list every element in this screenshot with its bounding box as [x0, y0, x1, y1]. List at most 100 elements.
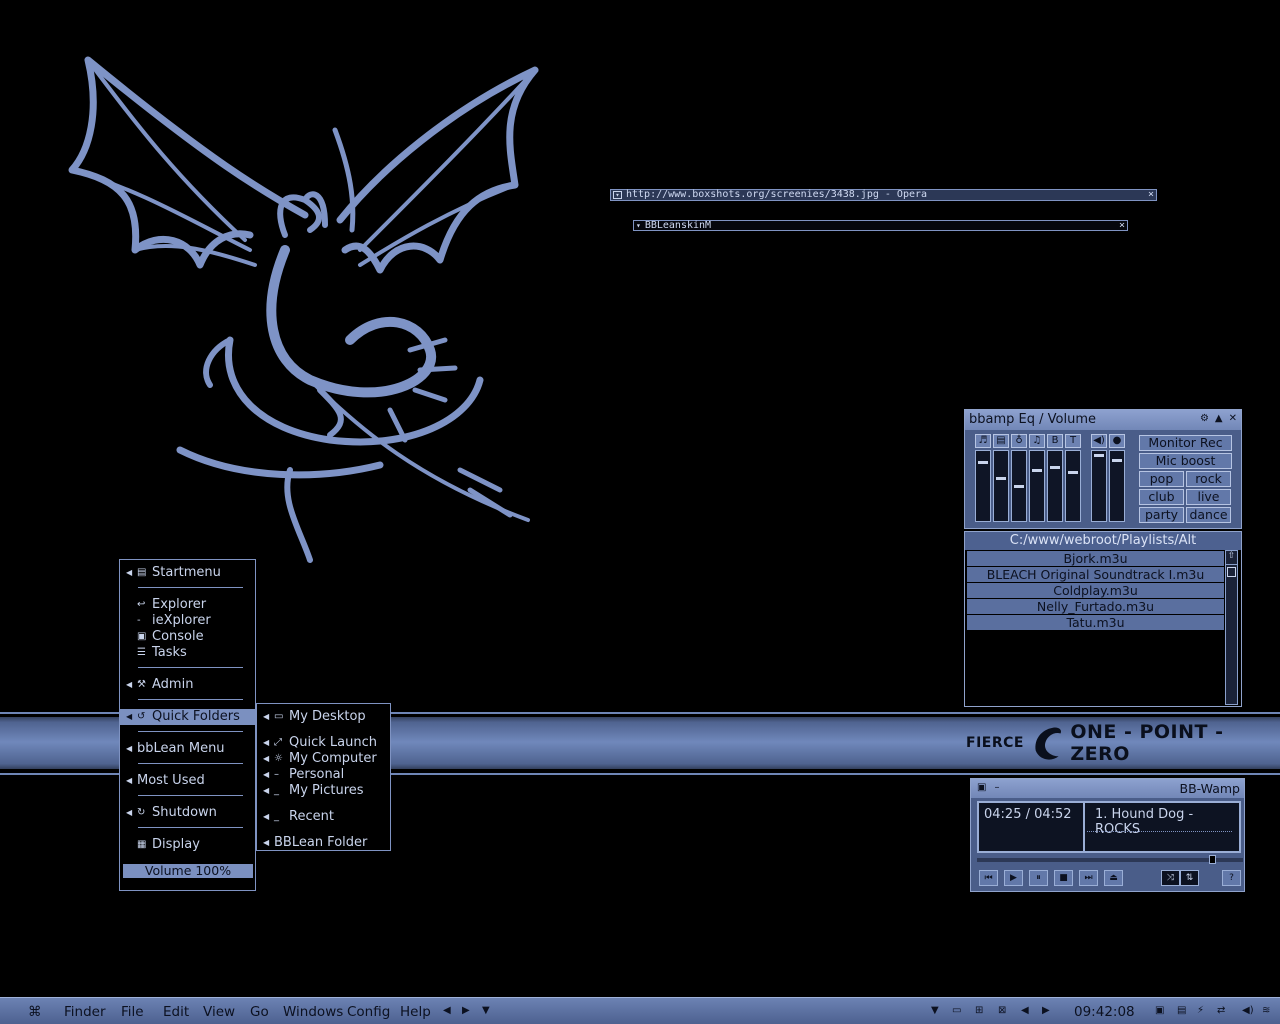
menu-item-quick-folders[interactable]: ◀ ↺ Quick Folders	[120, 709, 255, 725]
scroll-up-icon[interactable]: ⇧	[1226, 551, 1237, 565]
eq-preset-button[interactable]: rock	[1186, 471, 1231, 487]
eq-slider-track[interactable]	[975, 450, 991, 522]
close-icon[interactable]: ✕	[1229, 413, 1237, 424]
tray-dropdown-icon[interactable]: ▼	[931, 1005, 939, 1016]
minimize-icon[interactable]: –	[994, 782, 999, 793]
seek-position[interactable]	[1209, 855, 1216, 864]
bbleanskin-window-titlebar[interactable]: ▾ BBLeanskinM ×	[633, 220, 1128, 231]
eq-slider-knob[interactable]	[1050, 466, 1060, 469]
eq-slider-knob[interactable]	[1112, 459, 1122, 462]
next-icon[interactable]: ⏭	[1079, 870, 1098, 886]
settings-icon[interactable]: ⚙	[1200, 413, 1209, 424]
taskbar-menu-help[interactable]: Help	[400, 1004, 431, 1020]
taskbar-menu-file[interactable]: File	[121, 1004, 144, 1020]
taskbar-menu-go[interactable]: Go	[250, 1004, 269, 1020]
eq-preset-button[interactable]: pop	[1139, 471, 1184, 487]
menu-item-shutdown[interactable]: ◀ ↻ Shutdown	[120, 805, 255, 821]
eq-channel-button[interactable]: ♬	[975, 434, 991, 448]
playlist-item[interactable]: BLEACH Original Soundtrack I.m3u	[967, 567, 1224, 582]
eq-slider-track[interactable]	[1109, 450, 1125, 522]
opera-window-titlebar[interactable]: ▾ http://www.boxshots.org/screenies/3438…	[610, 189, 1157, 201]
menu-item-bblean-menu[interactable]: ◀ bbLean Menu	[120, 741, 255, 757]
wifi-icon[interactable]: ≋	[1262, 1005, 1270, 1016]
wamp-titlebar[interactable]: ▣ – BB-Wamp	[971, 779, 1244, 798]
shuffle-icon[interactable]: ⤨	[1161, 870, 1180, 886]
volume-icon[interactable]: ◀)	[1242, 1005, 1254, 1016]
eq-preset-button[interactable]: dance	[1186, 507, 1231, 523]
submenu-item-quick-launch[interactable]: ◀ ⤢ Quick Launch	[257, 735, 392, 751]
window-menu-icon[interactable]: ▾	[636, 221, 641, 231]
taskbar-menu-windows[interactable]: Windows	[283, 1004, 343, 1020]
eq-slider-track[interactable]	[1091, 450, 1107, 522]
menu-item-display[interactable]: ▦ Display	[120, 837, 255, 853]
eq-preset-button[interactable]: party	[1139, 507, 1184, 523]
eq-slider-track[interactable]	[993, 450, 1009, 522]
tray-app-icon[interactable]: ▣	[1155, 1005, 1164, 1016]
playlist-scrollbar[interactable]: ⇧	[1225, 550, 1238, 705]
play-icon[interactable]: ▶	[1004, 870, 1023, 886]
workspace-dropdown-icon[interactable]: ▼	[482, 1005, 490, 1016]
eq-slider-knob[interactable]	[1094, 454, 1104, 457]
eq-channel-button[interactable]: ▤	[993, 434, 1009, 448]
playlist-item[interactable]: Coldplay.m3u	[967, 583, 1224, 598]
playlist-item[interactable]: Tatu.m3u	[967, 615, 1224, 630]
menu-item-console[interactable]: ▣ Console	[120, 629, 255, 645]
eq-preset-button[interactable]: club	[1139, 489, 1184, 505]
taskbar-menu-view[interactable]: View	[203, 1004, 235, 1020]
eq-slider-track[interactable]	[1065, 450, 1081, 522]
prev-workspace-icon[interactable]: ◀	[443, 1005, 451, 1016]
submenu-item-bblean-folder[interactable]: ◀ BBLean Folder	[257, 835, 392, 851]
submenu-item-recent[interactable]: ◀ _ Recent	[257, 809, 392, 825]
menu-item-explorer[interactable]: ↩ Explorer	[120, 597, 255, 613]
playlist-item[interactable]: Bjork.m3u	[967, 551, 1224, 566]
eq-channel-button[interactable]: B	[1047, 434, 1063, 448]
tray-app-icon[interactable]: ⇄	[1217, 1005, 1225, 1016]
tray-prev-icon[interactable]: ◀	[1021, 1005, 1029, 1016]
eq-slider-knob[interactable]	[1032, 469, 1042, 472]
repeat-icon[interactable]: ⇅	[1180, 870, 1199, 886]
tray-network-icon[interactable]: ⚡	[1197, 1005, 1204, 1016]
stop-icon[interactable]: ■	[1054, 870, 1073, 886]
apple-icon[interactable]: ⌘	[28, 1004, 42, 1020]
submenu-item-my-pictures[interactable]: ◀ _ My Pictures	[257, 783, 392, 799]
eq-preset-button[interactable]: Monitor Rec	[1139, 435, 1232, 451]
eject-icon[interactable]: ⏏	[1104, 870, 1123, 886]
eq-slider-knob[interactable]	[1068, 471, 1078, 474]
eq-preset-button[interactable]: Mic boost	[1139, 453, 1232, 469]
window-menu-icon[interactable]: ▣	[977, 782, 986, 793]
submenu-item-my-desktop[interactable]: ◀ ▭ My Desktop	[257, 709, 392, 725]
menu-item-most-used[interactable]: ◀ Most Used	[120, 773, 255, 789]
close-icon[interactable]: ×	[1148, 190, 1154, 200]
eq-channel-button[interactable]: ◀)	[1091, 434, 1107, 448]
taskbar-menu-edit[interactable]: Edit	[163, 1004, 189, 1020]
volume-bar[interactable]: Volume 100%	[123, 864, 253, 878]
help-button[interactable]: ?	[1222, 870, 1241, 886]
window-menu-icon[interactable]: ▾	[613, 191, 622, 199]
playlist-item[interactable]: Nelly_Furtado.m3u	[967, 599, 1224, 614]
eq-channel-button[interactable]: ●	[1109, 434, 1125, 448]
tray-next-icon[interactable]: ▶	[1042, 1005, 1050, 1016]
eq-slider-knob[interactable]	[1014, 485, 1024, 488]
submenu-item-personal[interactable]: ◀ – Personal	[257, 767, 392, 783]
collapse-icon[interactable]: ▲	[1215, 413, 1223, 424]
eq-slider-track[interactable]	[1047, 450, 1063, 522]
taskbar-menu-config[interactable]: Config	[347, 1004, 390, 1020]
tray-app-icon[interactable]: ▤	[1177, 1005, 1186, 1016]
taskbar-menu-finder[interactable]: Finder	[64, 1004, 106, 1020]
tray-window-icon[interactable]: ⊞	[975, 1005, 983, 1016]
close-icon[interactable]: ×	[1119, 221, 1125, 231]
menu-item-tasks[interactable]: ☰ Tasks	[120, 645, 255, 661]
eq-channel-button[interactable]: ♁	[1011, 434, 1027, 448]
eq-slider-knob[interactable]	[996, 477, 1006, 480]
eq-slider-track[interactable]	[1029, 450, 1045, 522]
bbamp-titlebar[interactable]: bbamp Eq / Volume ⚙ ▲ ✕	[965, 410, 1241, 430]
tray-window-icon[interactable]: ▭	[952, 1005, 961, 1016]
eq-slider-knob[interactable]	[978, 461, 988, 464]
seek-bar[interactable]	[977, 855, 1243, 864]
eq-preset-button[interactable]: live	[1186, 489, 1231, 505]
eq-channel-button[interactable]: ♫	[1029, 434, 1045, 448]
previous-icon[interactable]: ⏮	[979, 870, 998, 886]
menu-item-iexplorer[interactable]: - ieXplorer	[120, 613, 255, 629]
eq-slider-track[interactable]	[1011, 450, 1027, 522]
scroll-thumb[interactable]	[1227, 567, 1236, 577]
